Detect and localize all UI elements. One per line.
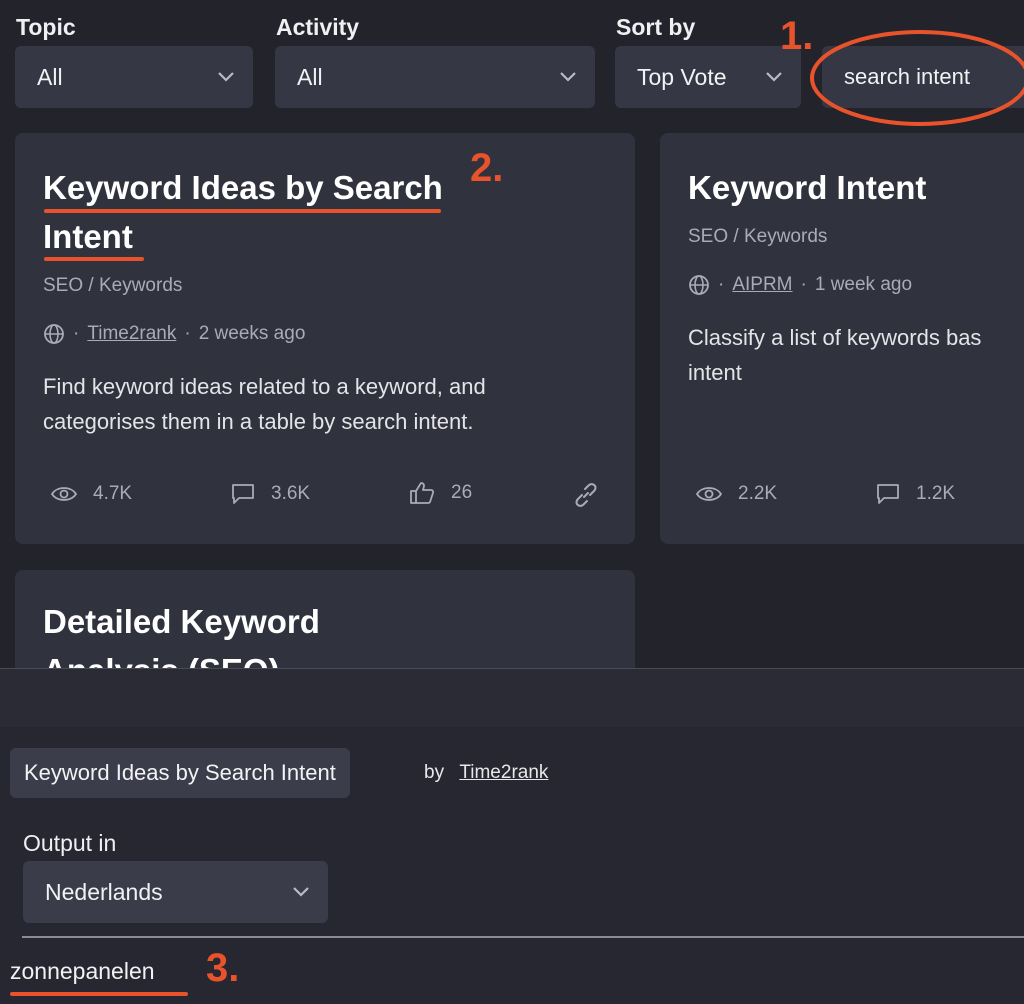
selected-prompt-tag[interactable]: Keyword Ideas by Search Intent [10,748,350,798]
annotation-underline [10,992,188,996]
prompt-byline: by Time2rank [424,762,548,784]
panel-header-strip [0,668,1024,727]
annotation-underline [44,257,144,261]
comments-count: 1.2K [916,483,956,504]
activity-label: Activity [276,14,360,40]
activity-select[interactable]: All [275,46,595,108]
separator-dot: · [73,323,80,344]
prompt-author-link[interactable]: Time2rank [459,762,548,783]
thumbs-up-icon [409,481,435,505]
sort-select-value: Top Vote [637,63,727,90]
prompt-card-keyword-intent[interactable]: Keyword Intent SEO / Keywords · AIPRM · … [660,133,1024,544]
topic-select[interactable]: All [15,46,253,108]
card-description-line1: Classify a list of keywords bas [688,325,982,350]
globe-icon [688,274,710,296]
card-description-line2: intent [688,360,742,385]
link-icon[interactable] [573,482,599,508]
chevron-down-icon [292,886,310,898]
card-category: SEO / Keywords [43,275,183,296]
chevron-down-icon [217,71,235,83]
card-author-link[interactable]: Time2rank [87,323,176,345]
annotation-circle-icon [810,30,1024,126]
by-label: by [424,762,445,783]
separator-dot: · [800,274,807,295]
views-count: 4.7K [93,483,133,504]
annotation-label-2: 2. [470,146,504,190]
separator-dot: · [718,274,725,295]
comment-icon [231,483,255,505]
topic-select-value: All [37,63,63,90]
output-language-select[interactable]: Nederlands [23,861,328,923]
comments-stat: 3.6K [231,483,310,505]
card-meta: · Time2rank · 2 weeks ago [43,323,305,345]
card-author-link[interactable]: AIPRM [732,274,792,296]
chevron-down-icon [765,71,783,83]
card-title-line1: Keyword Ideas by Search [43,169,443,206]
card-time: 2 weeks ago [198,323,306,344]
globe-icon [43,323,65,345]
output-label: Output in [23,830,117,856]
chevron-down-icon [559,71,577,83]
eye-icon [696,485,722,503]
card-time: 1 week ago [814,274,913,295]
card-meta: · AIPRM · 1 week ago [688,274,912,296]
eye-icon [51,485,77,503]
annotation-label-3: 3. [206,946,240,990]
annotation-underline [44,209,441,213]
prompt-input[interactable]: zonnepanelen [10,958,155,985]
card-description-line1: Find keyword ideas related to a keyword,… [43,374,486,399]
sort-label: Sort by [616,14,696,40]
sort-select[interactable]: Top Vote [615,46,801,108]
likes-stat[interactable]: 26 [409,481,472,505]
separator-dot: · [184,323,191,344]
comment-icon [876,483,900,505]
views-count: 2.2K [738,483,778,504]
topic-label: Topic [16,14,76,40]
card-title-line1: Keyword Intent [688,169,927,206]
prompt-card-keyword-ideas[interactable]: Keyword Ideas by Search Intent SEO / Key… [15,133,635,544]
activity-select-value: All [297,63,323,90]
card-description-line2: categorises them in a table by search in… [43,409,474,434]
card-title-line2: Intent [43,218,133,255]
card-title-line1: Detailed Keyword [43,603,320,640]
views-stat: 2.2K [696,483,777,505]
views-stat: 4.7K [51,483,132,505]
annotation-label-1: 1. [780,14,814,58]
input-divider [22,936,1024,938]
comments-count: 3.6K [271,483,311,504]
output-language-value: Nederlands [45,878,163,905]
comments-stat: 1.2K [876,483,955,505]
card-category: SEO / Keywords [688,226,828,247]
likes-count: 26 [451,482,473,503]
